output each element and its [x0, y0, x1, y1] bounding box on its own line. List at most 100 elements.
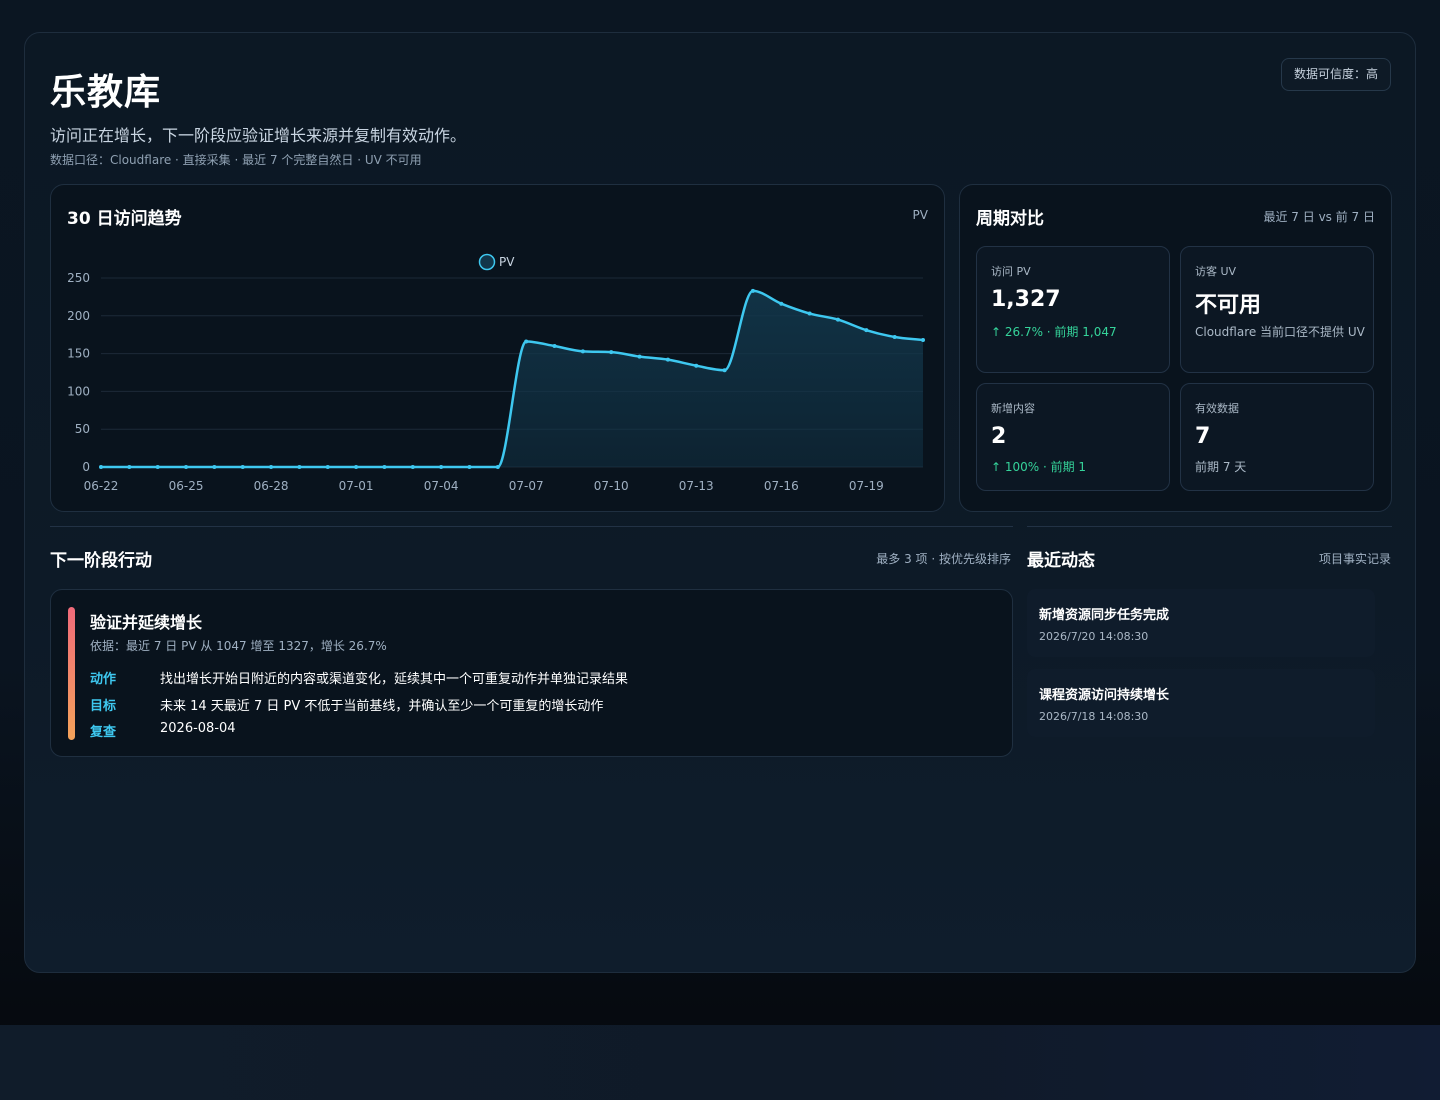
stat-card-uv: 访客 UV 不可用 Cloudflare 当前口径不提供 UV: [1180, 246, 1374, 373]
data-point: [325, 465, 330, 469]
x-tick-label: 07-07: [509, 479, 544, 493]
y-tick-label: 200: [67, 309, 90, 323]
data-point: [297, 465, 302, 469]
data-point: [127, 465, 132, 469]
data-point: [779, 301, 784, 306]
feed-item-title: 课程资源访问持续增长: [1039, 688, 1170, 703]
stat-card-pv: 访问 PV 1,327 ↑ 26.7% · 前期 1,047: [976, 246, 1170, 373]
data-point: [99, 465, 103, 469]
data-point: [864, 328, 869, 333]
legend-marker: [478, 253, 496, 271]
data-point: [467, 465, 472, 469]
y-tick-label: 50: [75, 422, 90, 436]
data-point: [637, 354, 642, 359]
feed-divider: [1027, 526, 1392, 527]
data-point: [184, 465, 189, 469]
goal-value: 未来 14 天最近 7 日 PV 不低于当前基线，并确认至少一个可重复的增长动作: [160, 699, 604, 714]
x-tick-label: 07-04: [424, 479, 459, 493]
review-date: 2026-08-04: [160, 721, 236, 736]
actions-note: 最多 3 项 · 按优先级排序: [876, 552, 1011, 566]
feed-item-title: 新增资源同步任务完成: [1039, 608, 1170, 623]
x-tick-label: 06-28: [254, 479, 289, 493]
data-point: [410, 465, 415, 469]
x-tick-label: 07-10: [594, 479, 629, 493]
feed-title: 最近动态: [1027, 551, 1095, 571]
y-tick-label: 150: [67, 347, 90, 361]
review-key: 复查: [90, 725, 117, 740]
stat-label: 新增内容: [991, 402, 1035, 415]
feed-item-time: 2026/7/18 14:08:30: [1039, 710, 1149, 723]
data-point: [921, 337, 925, 342]
dashboard-panel: 乐教库 数据可信度：高 访问正在增长，下一阶段应验证增长来源并复制有效动作。 数…: [24, 32, 1416, 973]
stat-change: ↑ 100% · 前期 1: [991, 460, 1087, 474]
data-point: [835, 317, 840, 322]
y-tick-label: 250: [67, 271, 90, 285]
stat-value: 不可用: [1195, 293, 1262, 318]
action-value: 找出增长开始日附近的内容或渠道变化，延续其中一个可重复动作并单独记录结果: [160, 672, 629, 687]
x-tick-label: 07-13: [679, 479, 714, 493]
page-title: 乐教库: [50, 72, 162, 113]
trend-chart: 0 50 100 150 200 250 06-22 06-25 06-28 07-01 07-04…: [67, 253, 925, 493]
data-point: [665, 357, 670, 362]
stat-note: 前期 7 天: [1195, 460, 1247, 474]
data-point: [892, 334, 897, 339]
data-point: [750, 288, 755, 293]
trend-card: 0 50 100 150 200 250 06-22 06-25 06-28 07-01 07-04…: [50, 184, 945, 512]
action-key: 动作: [90, 672, 117, 687]
data-point: [609, 350, 614, 355]
stat-card-new-content: 新增内容 2 ↑ 100% · 前期 1: [976, 383, 1170, 491]
compare-note: 最近 7 日 vs 前 7 日: [1263, 210, 1375, 224]
actions-title: 下一阶段行动: [50, 551, 152, 571]
x-tick-label: 07-19: [849, 479, 884, 493]
stat-note: Cloudflare 当前口径不提供 UV: [1195, 325, 1365, 339]
data-point: [155, 465, 160, 469]
stat-label: 有效数据: [1195, 402, 1239, 415]
action-basis: 依据：最近 7 日 PV 从 1047 增至 1327，增长 26.7%: [90, 639, 387, 653]
data-point: [722, 368, 727, 373]
page-footer-band: [0, 1025, 1440, 1100]
stat-label: 访问 PV: [991, 265, 1031, 278]
page-subtitle: 访问正在增长，下一阶段应验证增长来源并复制有效动作。: [50, 126, 467, 145]
feed-item[interactable]: 课程资源访问持续增长 2026/7/18 14:08:30: [1027, 669, 1375, 737]
feed-item[interactable]: 新增资源同步任务完成 2026/7/20 14:08:30: [1027, 589, 1375, 657]
data-point: [552, 344, 557, 349]
trend-title: 30 日访问趋势: [67, 209, 182, 229]
data-point: [807, 311, 812, 316]
series-area-pv: [101, 290, 923, 467]
x-tick-label: 07-01: [339, 479, 374, 493]
feed-item-time: 2026/7/20 14:08:30: [1039, 630, 1149, 643]
compare-card: 周期对比 最近 7 日 vs 前 7 日 访问 PV 1,327 ↑ 26.7%…: [959, 184, 1392, 512]
data-point: [524, 339, 529, 344]
stat-value: 2: [991, 424, 1007, 449]
data-point: [495, 465, 500, 469]
data-point: [212, 465, 217, 469]
goal-key: 目标: [90, 699, 117, 714]
legend-label: PV: [499, 255, 515, 269]
data-point: [354, 465, 359, 469]
x-tick-label: 06-22: [84, 479, 119, 493]
priority-indicator: [68, 607, 75, 740]
data-point: [694, 363, 699, 368]
confidence-badge: 数据可信度：高: [1280, 58, 1391, 91]
data-point: [240, 465, 245, 469]
stat-value: 7: [1195, 424, 1211, 449]
y-tick-label: 0: [82, 460, 90, 474]
x-tick-label: 06-25: [169, 479, 204, 493]
action-title: 验证并延续增长: [90, 613, 203, 632]
stat-value: 1,327: [991, 287, 1061, 312]
feed-note: 项目事实记录: [1318, 552, 1391, 566]
x-tick-label: 07-16: [764, 479, 799, 493]
compare-title: 周期对比: [976, 209, 1044, 229]
y-tick-label: 100: [67, 384, 90, 398]
stat-label: 访客 UV: [1195, 265, 1237, 278]
stat-card-valid-data: 有效数据 7 前期 7 天: [1180, 383, 1374, 491]
data-point: [382, 465, 387, 469]
data-point: [269, 465, 274, 469]
data-point: [580, 349, 585, 354]
data-source-meta: 数据口径：Cloudflare · 直接采集 · 最近 7 个完整自然日 · U…: [50, 153, 422, 167]
action-card[interactable]: 验证并延续增长 依据：最近 7 日 PV 从 1047 增至 1327，增长 2…: [50, 589, 1013, 757]
data-point: [439, 465, 444, 469]
stat-change: ↑ 26.7% · 前期 1,047: [991, 325, 1117, 339]
actions-divider: [50, 526, 1013, 527]
trend-unit: PV: [912, 208, 928, 222]
